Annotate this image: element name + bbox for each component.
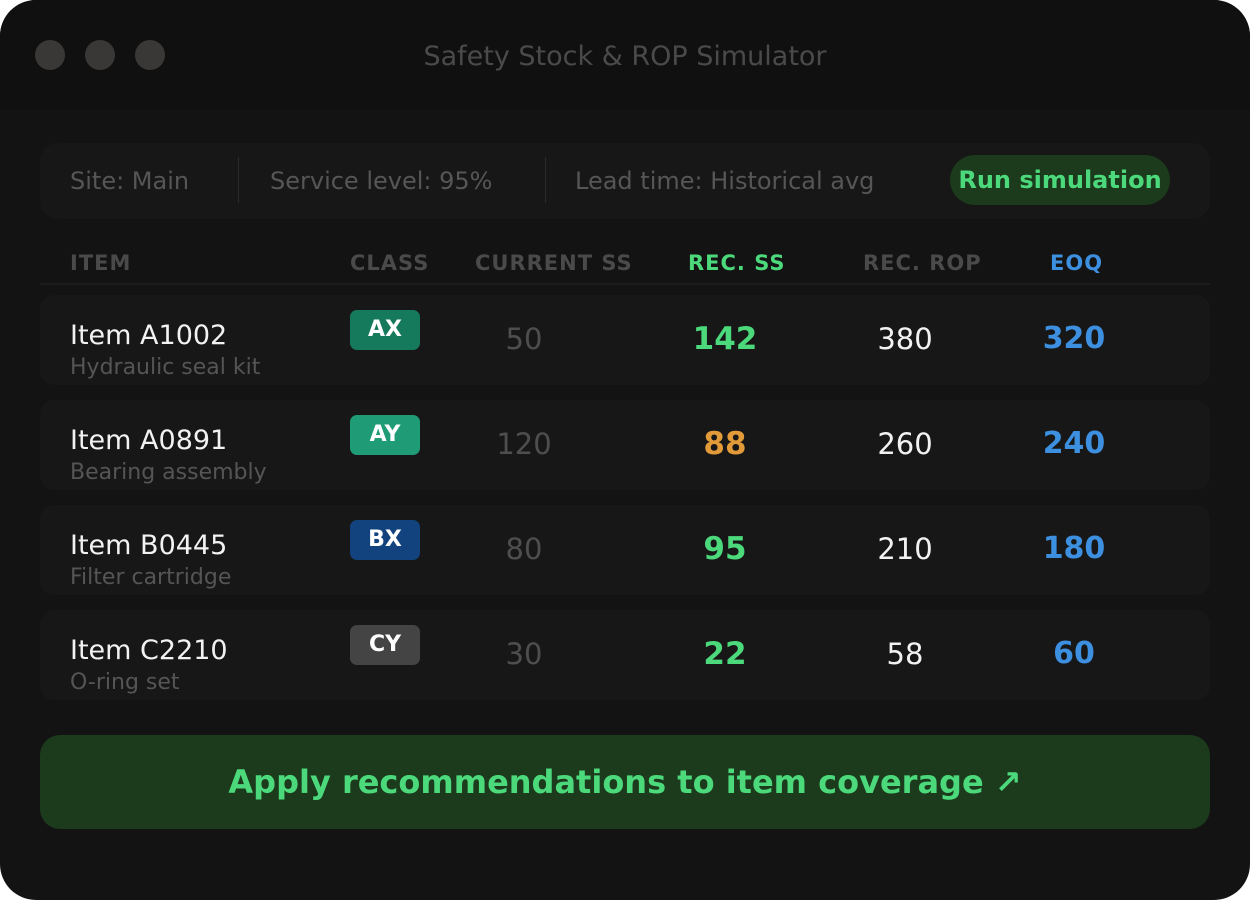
item-name: Item A1002 xyxy=(70,320,228,351)
item-description: Hydraulic seal kit xyxy=(70,355,261,380)
column-header-rec-ss: REC. SS xyxy=(688,251,786,275)
eoq-value: 320 xyxy=(1042,321,1106,356)
item-description: Bearing assembly xyxy=(70,460,267,485)
current-ss-value: 120 xyxy=(496,427,552,461)
eoq-value: 60 xyxy=(1053,636,1095,671)
rec-rop-value: 380 xyxy=(877,322,933,356)
rec-ss-value: 22 xyxy=(703,636,747,672)
run-simulation-button[interactable]: Run simulation xyxy=(950,155,1170,205)
app-window: Safety Stock & ROP Simulator Site: Main … xyxy=(0,0,1250,900)
item-description: O-ring set xyxy=(70,670,180,695)
column-header-eoq: EOQ xyxy=(1050,251,1104,275)
column-header-current-ss: CURRENT SS xyxy=(475,251,633,275)
rec-rop-value: 58 xyxy=(886,637,924,671)
apply-recommendations-button[interactable]: Apply recommendations to item coverage ↗ xyxy=(40,735,1210,829)
simulation-toolbar: Site: Main Service level: 95% Lead time:… xyxy=(40,143,1210,219)
column-header-class: CLASS xyxy=(350,251,430,275)
eoq-value: 240 xyxy=(1042,426,1106,461)
rec-ss-value: 95 xyxy=(703,531,747,567)
column-header-rec-rop: REC. ROP xyxy=(863,251,982,275)
site-selector[interactable]: Site: Main xyxy=(70,143,189,219)
item-name: Item C2210 xyxy=(70,635,228,666)
lead-time-selector[interactable]: Lead time: Historical avg xyxy=(575,143,874,219)
rec-ss-value: 142 xyxy=(692,321,758,357)
toolbar-divider xyxy=(238,157,239,203)
title-bar: Safety Stock & ROP Simulator xyxy=(0,0,1250,110)
eoq-value: 180 xyxy=(1042,531,1106,566)
current-ss-value: 30 xyxy=(505,637,543,671)
table-row[interactable]: Item A1002 Hydraulic seal kit AX 50 142 … xyxy=(40,295,1210,385)
service-level-selector[interactable]: Service level: 95% xyxy=(270,143,492,219)
toolbar-divider xyxy=(545,157,546,203)
column-header-item: ITEM xyxy=(70,251,132,275)
current-ss-value: 50 xyxy=(505,322,543,356)
rec-ss-value: 88 xyxy=(703,426,747,462)
item-description: Filter cartridge xyxy=(70,565,232,590)
item-name: Item B0445 xyxy=(70,530,228,561)
rec-rop-value: 210 xyxy=(877,532,933,566)
class-badge: BX xyxy=(350,520,420,560)
table-row[interactable]: Item A0891 Bearing assembly AY 120 88 26… xyxy=(40,400,1210,490)
item-name: Item A0891 xyxy=(70,425,228,456)
window-title: Safety Stock & ROP Simulator xyxy=(423,41,827,72)
table-row[interactable]: Item C2210 O-ring set CY 30 22 58 60 xyxy=(40,610,1210,700)
current-ss-value: 80 xyxy=(505,532,543,566)
class-badge: AY xyxy=(350,415,420,455)
header-divider xyxy=(40,283,1210,285)
rec-rop-value: 260 xyxy=(877,427,933,461)
table-row[interactable]: Item B0445 Filter cartridge BX 80 95 210… xyxy=(40,505,1210,595)
class-badge: CY xyxy=(350,625,420,665)
class-badge: AX xyxy=(350,310,420,350)
